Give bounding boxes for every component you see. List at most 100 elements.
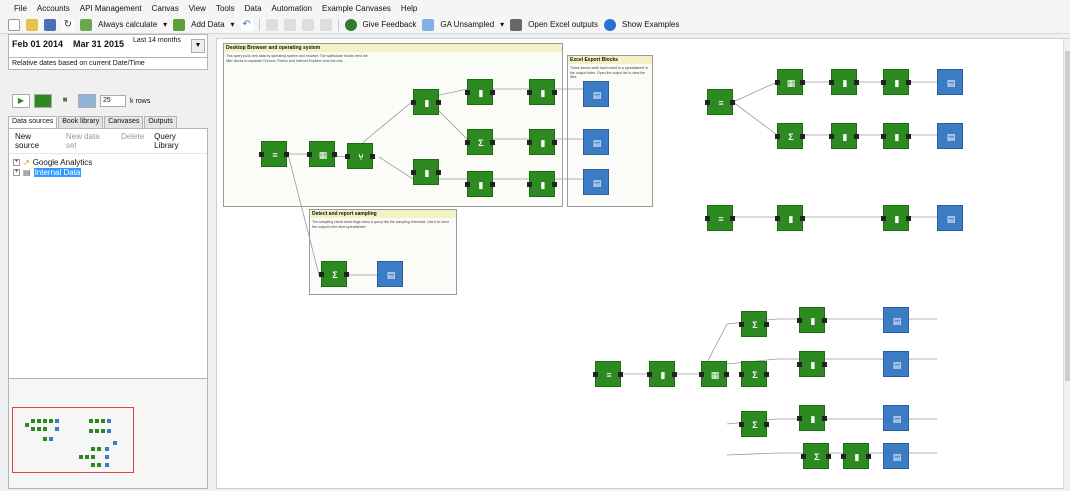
output-port[interactable]	[618, 372, 623, 377]
delete-button[interactable]: Delete	[121, 132, 144, 150]
input-port[interactable]	[881, 216, 886, 221]
output-port[interactable]	[764, 322, 769, 327]
run-all-icon[interactable]	[34, 94, 52, 108]
input-port[interactable]	[797, 362, 802, 367]
menu-item[interactable]: Accounts	[37, 4, 70, 13]
save-icon[interactable]	[44, 18, 56, 31]
input-port[interactable]	[797, 416, 802, 421]
output-port[interactable]	[730, 100, 735, 105]
input-port[interactable]	[881, 134, 886, 139]
chevron-down-icon[interactable]: ▾	[500, 20, 504, 29]
output-port[interactable]	[866, 454, 871, 459]
workflow-block[interactable]: Σ	[739, 311, 769, 337]
output-port[interactable]	[332, 152, 337, 157]
workflow-block[interactable]: ▮	[797, 351, 827, 377]
input-port[interactable]	[775, 134, 780, 139]
output-port[interactable]	[552, 140, 557, 145]
input-port[interactable]	[465, 182, 470, 187]
tree-item-internal-data[interactable]: + ▤ Internal Data	[13, 167, 203, 177]
scrollbar-thumb[interactable]	[1065, 51, 1070, 381]
ga-unsampled-button[interactable]: GA Unsampled	[440, 20, 494, 29]
show-examples-button[interactable]: Show Examples	[622, 20, 679, 29]
tab[interactable]: Book library	[58, 116, 104, 128]
output-port[interactable]	[854, 80, 859, 85]
workflow-block[interactable]: ▮	[647, 361, 677, 387]
menu-item[interactable]: View	[189, 4, 206, 13]
refresh-icon[interactable]: ↻	[62, 18, 74, 31]
output-port[interactable]	[764, 422, 769, 427]
excel-output-block[interactable]: ▤	[937, 69, 963, 95]
grid-icon[interactable]	[319, 18, 332, 31]
workflow-block[interactable]: ▮	[881, 123, 911, 149]
input-port[interactable]	[319, 272, 324, 277]
workflow-block[interactable]: ▮	[829, 123, 859, 149]
output-port[interactable]	[800, 134, 805, 139]
workflow-block[interactable]: Σ	[801, 443, 831, 469]
input-port[interactable]	[739, 422, 744, 427]
always-calculate-button[interactable]: Always calculate	[98, 20, 157, 29]
menu-item[interactable]: File	[14, 4, 27, 13]
input-port[interactable]	[829, 134, 834, 139]
output-port[interactable]	[490, 182, 495, 187]
excel-output-block[interactable]: ▤	[883, 443, 909, 469]
workflow-block[interactable]: ≡	[705, 205, 735, 231]
workflow-block[interactable]: ▦	[775, 69, 805, 95]
output-port[interactable]	[822, 362, 827, 367]
output-port[interactable]	[490, 90, 495, 95]
menu-item[interactable]: Tools	[216, 4, 235, 13]
expand-icon[interactable]: +	[13, 168, 20, 176]
input-port[interactable]	[527, 90, 532, 95]
output-port[interactable]	[822, 416, 827, 421]
output-port[interactable]	[490, 140, 495, 145]
menu-item[interactable]: Help	[401, 4, 417, 13]
excel-output-block[interactable]: ▤	[583, 81, 609, 107]
play-icon[interactable]: ▶	[12, 94, 30, 108]
paste-icon[interactable]	[283, 18, 296, 31]
workflow-canvas[interactable]: Desktop Browser and operating system Thi…	[216, 38, 1070, 490]
excel-output-block[interactable]: ▤	[583, 129, 609, 155]
input-port[interactable]	[411, 100, 416, 105]
workflow-block[interactable]: ▮	[829, 69, 859, 95]
input-port[interactable]	[593, 372, 598, 377]
new-file-icon[interactable]	[8, 18, 20, 31]
canvas-minimap[interactable]	[8, 378, 208, 489]
open-folder-icon[interactable]	[26, 18, 38, 31]
menu-item[interactable]: Example Canvases	[322, 4, 391, 13]
workflow-block[interactable]: ▮	[527, 79, 557, 105]
tab[interactable]: Data sources	[8, 116, 58, 128]
input-port[interactable]	[705, 216, 710, 221]
input-port[interactable]	[259, 152, 264, 157]
group-excel-export[interactable]: Excel Export Blocks These blocks write e…	[567, 55, 653, 207]
output-port[interactable]	[284, 152, 289, 157]
workflow-block[interactable]: Σ	[739, 411, 769, 437]
workflow-block[interactable]: ▦	[307, 141, 337, 167]
start-date[interactable]: Feb 01 2014	[12, 39, 63, 49]
chevron-down-icon[interactable]: ▼	[191, 39, 205, 53]
input-port[interactable]	[829, 80, 834, 85]
excel-output-block[interactable]: ▤	[583, 169, 609, 195]
excel-output-block[interactable]: ▤	[883, 307, 909, 333]
tab[interactable]: Canvases	[104, 116, 144, 128]
input-port[interactable]	[705, 100, 710, 105]
workflow-block[interactable]: Σ	[739, 361, 769, 387]
input-port[interactable]	[699, 372, 704, 377]
workflow-block[interactable]: ▮	[881, 69, 911, 95]
workflow-block[interactable]: ▮	[527, 129, 557, 155]
new-source-button[interactable]: New source	[15, 132, 56, 150]
output-port[interactable]	[436, 100, 441, 105]
workflow-block[interactable]: ▮	[881, 205, 911, 231]
workflow-block[interactable]: Σ	[465, 129, 495, 155]
excel-output-block[interactable]: ▤	[937, 205, 963, 231]
workflow-block[interactable]: ⑂	[345, 143, 375, 169]
output-port[interactable]	[436, 170, 441, 175]
excel-output-block[interactable]: ▤	[883, 351, 909, 377]
input-port[interactable]	[881, 80, 886, 85]
output-port[interactable]	[552, 90, 557, 95]
output-port[interactable]	[906, 80, 911, 85]
output-port[interactable]	[906, 216, 911, 221]
group-desktop-browser-os[interactable]: Desktop Browser and operating system Thi…	[223, 43, 563, 207]
output-port[interactable]	[764, 372, 769, 377]
query-library-button[interactable]: Query Library	[154, 132, 201, 150]
excel-output-block[interactable]: ▤	[883, 405, 909, 431]
output-port[interactable]	[906, 134, 911, 139]
